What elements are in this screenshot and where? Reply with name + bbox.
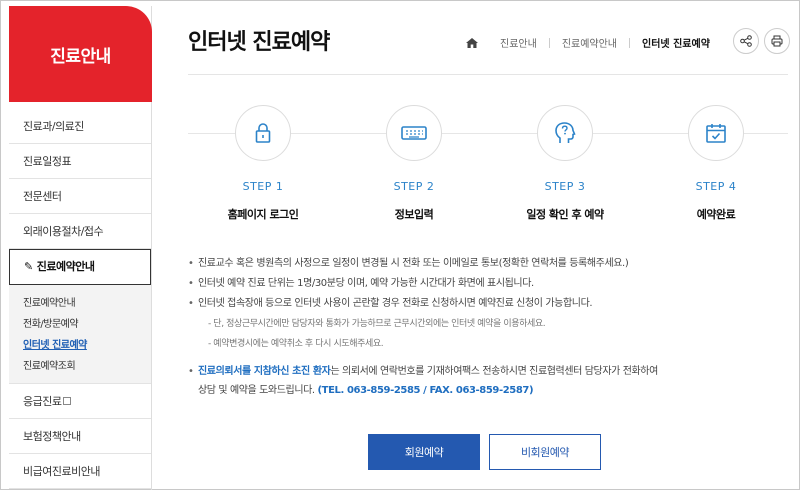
step-icon-circle [688,105,744,161]
printer-icon [771,35,783,47]
notice-item: 인터넷 예약 진료 단위는 1명/30분당 이며, 예약 가능한 시간대가 화면… [188,274,788,294]
step-1: STEP 1 홈페이지 로그인 [208,105,318,222]
breadcrumb-item[interactable]: 진료안내 [500,35,537,50]
step-label: 홈페이지 로그인 [227,208,299,221]
page-title: 인터넷 진료예약 [188,30,330,55]
step-number: STEP 1 [242,180,284,193]
step-label: 일정 확인 후 예약 [526,208,604,221]
sidebar-item-noncovered[interactable]: 비급여진료비안내 [9,454,151,489]
share-icon [740,35,752,47]
guest-reservation-button[interactable]: 비회원예약 [489,434,601,470]
calendar-check-icon [706,124,726,143]
step-label: 예약완료 [696,208,736,221]
referral-contact: (TEL. 063-859-2585 / FAX. 063-859-2587) [317,385,534,396]
notice-subitem: - 단, 정상근무시간에만 담당자와 통화가 가능하므로 근무시간외에는 인터넷… [208,319,546,329]
sidebar-item-reservation[interactable]: ✎ 진료예약안내 [9,249,151,285]
step-4: STEP 4 예약완료 [661,105,771,222]
referral-text-2: 상담 및 예약을 도와드립니다. [198,385,318,396]
notice-subitem: - 예약변경시에는 예약취소 후 다시 시도해주세요. [208,339,384,349]
step-icon-circle [235,105,291,161]
sidebar-item-label: 응급진료 [23,395,62,408]
external-link-icon [63,397,72,405]
pencil-icon: ✎ [24,260,33,273]
step-3: STEP 3 일정 확인 후 예약 [510,105,620,222]
submenu-item-reservation-lookup[interactable]: 진료예약조회 [23,356,151,377]
breadcrumb-separator [629,37,631,48]
referral-notice: 진료의뢰서를 지참하신 초진 환자는 의뢰서에 연락번호를 기재하여팩스 전송하… [188,362,788,400]
step-number: STEP 4 [695,180,737,193]
submenu-item-reservation-guide[interactable]: 진료예약안내 [23,293,151,314]
sidebar-item-centers[interactable]: 전문센터 [9,179,151,214]
member-reservation-button[interactable]: 회원예약 [368,434,480,470]
step-number: STEP 2 [393,180,435,193]
share-button[interactable] [733,28,759,54]
submenu-item-internet-reservation[interactable]: 인터넷 진료예약 [23,335,151,356]
step-number: STEP 3 [544,180,586,193]
step-label: 정보입력 [394,208,434,221]
step-icon-circle [537,105,593,161]
home-icon[interactable] [466,37,478,48]
lock-icon [255,123,271,143]
sidebar-title: 진료안내 [50,46,111,67]
notice-item: 진료교수 혹은 병원측의 사정으로 일정이 변경될 시 전화 또는 이메일로 통… [188,254,788,274]
breadcrumb-separator [548,37,550,48]
breadcrumb-item[interactable]: 진료예약안내 [562,35,617,50]
submenu-item-phone-visit[interactable]: 전화/방문예약 [23,314,151,335]
sidebar-item-departments[interactable]: 진료과/의료진 [9,109,151,144]
notice-list: 진료교수 혹은 병원측의 사정으로 일정이 변경될 시 전화 또는 이메일로 통… [188,254,788,400]
print-button[interactable] [764,28,790,54]
referral-highlight: 진료의뢰서를 지참하신 초진 환자 [198,366,331,377]
breadcrumb-current: 인터넷 진료예약 [642,39,710,50]
sidebar-header: 진료안내 [9,6,152,102]
sidebar-item-insurance[interactable]: 보험정책안내 [9,419,151,454]
keyboard-icon [401,126,427,140]
sidebar-item-outpatient[interactable]: 외래이용절차/접수 [9,214,151,249]
step-2: STEP 2 정보입력 [359,105,469,222]
sidebar-item-emergency[interactable]: 응급진료 [9,384,151,419]
notice-item: 인터넷 접속장애 등으로 인터넷 사용이 곤란할 경우 전화로 신청하시면 예약… [188,294,788,314]
sidebar: 진료안내 진료과/의료진 진료일정표 전문센터 외래이용절차/접수 ✎ 진료예약안… [9,6,152,490]
sidebar-submenu: 진료예약안내 전화/방문예약 인터넷 진료예약 진료예약조회 [9,285,151,384]
sidebar-item-label: 진료예약안내 [36,260,95,273]
breadcrumb: 진료안내 진료예약안내 인터넷 진료예약 [466,35,710,50]
step-icon-circle [386,105,442,161]
head-question-icon [555,122,576,143]
referral-text: 는 의뢰서에 연락번호를 기재하여팩스 전송하시면 진료협력센터 담당자가 전화… [330,366,658,377]
sidebar-item-schedule[interactable]: 진료일정표 [9,144,151,179]
header-divider [188,74,788,75]
